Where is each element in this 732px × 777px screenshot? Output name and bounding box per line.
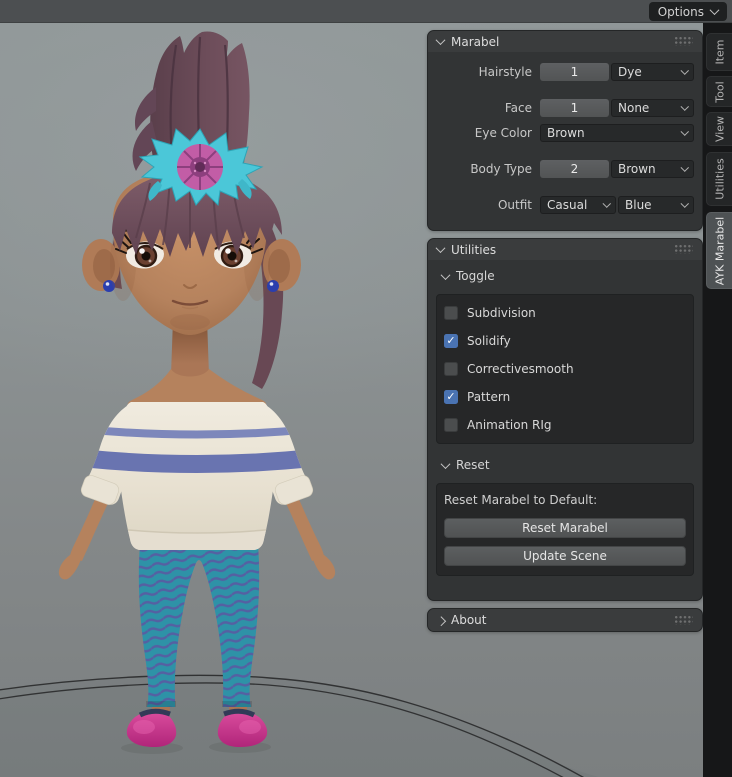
tab-utilities-label: Utilities <box>713 158 726 199</box>
chevron-down-icon <box>710 5 720 15</box>
face-dropdown[interactable]: None <box>611 99 694 117</box>
tab-view[interactable]: View <box>706 112 732 146</box>
reset-subpanel-title: Reset <box>456 458 490 472</box>
hairstyle-number-field[interactable]: 1 <box>540 63 609 81</box>
reset-group: Reset Marabel to Default: Reset Marabel … <box>436 483 694 576</box>
panel-marabel: Marabel Hairstyle 1 Dye Face 1 <box>427 30 703 231</box>
tab-ayk-marabel[interactable]: AYK Marabel <box>706 212 732 289</box>
panel-about: About <box>427 608 703 632</box>
options-button-label: Options <box>658 5 704 19</box>
chevron-down-icon <box>680 67 688 75</box>
hairstyle-row: Hairstyle 1 Dye <box>436 63 694 81</box>
tab-item[interactable]: Item <box>706 33 732 71</box>
eye-color-label: Eye Color <box>436 124 540 142</box>
body-type-number-field[interactable]: 2 <box>540 160 609 178</box>
eye-color-row: Eye Color Brown <box>436 124 694 142</box>
tab-tool[interactable]: Tool <box>706 76 732 107</box>
floor-circle <box>0 675 690 777</box>
grip-icon[interactable] <box>675 245 693 254</box>
hairstyle-label: Hairstyle <box>436 63 540 81</box>
panel-marabel-title: Marabel <box>451 35 499 49</box>
chevron-down-icon <box>680 103 688 111</box>
animation-rig-checkbox-label: Animation RIg <box>467 418 552 432</box>
update-scene-button[interactable]: Update Scene <box>444 546 686 566</box>
pattern-checkbox[interactable] <box>444 390 458 404</box>
reset-marabel-button[interactable]: Reset Marabel <box>444 518 686 538</box>
solidify-checkbox-label: Solidify <box>467 334 511 348</box>
reset-subpanel-header[interactable]: Reset <box>442 456 702 474</box>
n-panel-sidebar: Marabel Hairstyle 1 Dye Face 1 <box>427 30 703 639</box>
toggle-checkbox-group: Subdivision Solidify Correctivesmooth Pa… <box>436 294 694 444</box>
options-button[interactable]: Options <box>649 2 727 21</box>
tab-tool-label: Tool <box>713 81 726 102</box>
panel-about-header[interactable]: About <box>428 609 702 631</box>
face-label: Face <box>436 99 540 117</box>
chevron-down-icon <box>602 200 610 208</box>
hairstyle-dropdown[interactable]: Dye <box>611 63 694 81</box>
panel-utilities-header[interactable]: Utilities <box>428 239 702 260</box>
chevron-down-icon <box>680 200 688 208</box>
tab-ayk-marabel-label: AYK Marabel <box>713 216 726 284</box>
animation-rig-checkbox[interactable] <box>444 418 458 432</box>
toggle-subpanel-title: Toggle <box>456 269 495 283</box>
outfit-style-dropdown[interactable]: Casual <box>540 196 616 214</box>
body-type-dropdown-value: Brown <box>618 162 656 176</box>
face-row: Face 1 None <box>436 99 694 117</box>
chevron-down-icon <box>680 164 688 172</box>
grip-icon[interactable] <box>675 37 693 46</box>
outfit-style-dropdown-value: Casual <box>547 198 587 212</box>
eye-color-dropdown-value: Brown <box>547 126 585 140</box>
body-type-dropdown[interactable]: Brown <box>611 160 694 178</box>
chevron-right-icon <box>436 616 446 626</box>
panel-utilities: Utilities Toggle Subdivision Solidify Co… <box>427 238 703 601</box>
viewport-header-bar <box>0 0 732 23</box>
tab-item-label: Item <box>713 39 726 64</box>
face-dropdown-value: None <box>618 101 649 115</box>
pattern-checkbox-label: Pattern <box>467 390 510 404</box>
checkbox-row-subdivision[interactable]: Subdivision <box>444 306 686 320</box>
chevron-down-icon <box>680 128 688 136</box>
chevron-down-icon <box>441 270 451 280</box>
chevron-down-icon <box>436 243 446 253</box>
earring-right <box>267 280 279 292</box>
panel-marabel-body: Hairstyle 1 Dye Face 1 None <box>428 52 702 230</box>
tab-utilities[interactable]: Utilities <box>706 152 732 206</box>
outfit-label: Outfit <box>436 196 540 214</box>
sidebar-tab-column: Item Tool View Utilities AYK Marabel <box>703 0 732 777</box>
checkbox-row-solidify[interactable]: Solidify <box>444 334 686 348</box>
subdivision-checkbox[interactable] <box>444 306 458 320</box>
solidify-checkbox[interactable] <box>444 334 458 348</box>
face-number-field[interactable]: 1 <box>540 99 609 117</box>
checkbox-row-correctivesmooth[interactable]: Correctivesmooth <box>444 362 686 376</box>
subdivision-checkbox-label: Subdivision <box>467 306 536 320</box>
outfit-row: Outfit Casual Blue <box>436 196 694 214</box>
panel-marabel-header[interactable]: Marabel <box>428 31 702 52</box>
tab-view-label: View <box>713 116 726 142</box>
chevron-down-icon <box>436 35 446 45</box>
eye-color-dropdown[interactable]: Brown <box>540 124 694 142</box>
correctivesmooth-checkbox[interactable] <box>444 362 458 376</box>
body-type-label: Body Type <box>436 160 540 178</box>
grip-icon[interactable] <box>675 616 693 625</box>
checkbox-row-pattern[interactable]: Pattern <box>444 390 686 404</box>
outfit-color-dropdown[interactable]: Blue <box>618 196 694 214</box>
toggle-subpanel-header[interactable]: Toggle <box>442 267 702 285</box>
panel-utilities-title: Utilities <box>451 243 496 257</box>
checkbox-row-animation-rig[interactable]: Animation RIg <box>444 418 686 432</box>
panel-about-title: About <box>451 613 486 627</box>
hairstyle-dropdown-value: Dye <box>618 65 642 79</box>
outfit-color-dropdown-value: Blue <box>625 198 652 212</box>
chevron-down-icon <box>441 459 451 469</box>
reset-heading: Reset Marabel to Default: <box>444 493 686 507</box>
character-sweater <box>80 402 314 550</box>
correctivesmooth-checkbox-label: Correctivesmooth <box>467 362 574 376</box>
body-type-row: Body Type 2 Brown <box>436 160 694 178</box>
